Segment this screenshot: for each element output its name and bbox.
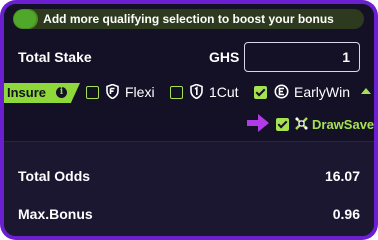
max-bonus-label: Max.Bonus xyxy=(18,206,93,222)
drawsave-label: DrawSave xyxy=(312,117,374,132)
arrow-right-icon xyxy=(247,114,269,132)
bet-slip-frame: Add more qualifying selection to boost y… xyxy=(0,0,378,240)
total-odds-label: Total Odds xyxy=(18,168,91,184)
bet-slip-panel: Add more qualifying selection to boost y… xyxy=(4,4,374,236)
stake-input[interactable] xyxy=(244,42,360,72)
flexi-checkbox[interactable] xyxy=(86,86,99,99)
total-stake-label: Total Stake xyxy=(18,49,92,65)
drawsave-icon xyxy=(295,117,308,130)
earlywin-label: EarlyWin xyxy=(294,84,351,100)
total-odds-value: 16.07 xyxy=(324,168,360,184)
chevron-up-icon[interactable] xyxy=(361,88,371,94)
onecut-checkbox[interactable] xyxy=(170,86,183,99)
flexi-shield-icon xyxy=(106,84,119,99)
drawsave-checkbox[interactable] xyxy=(276,118,289,131)
bonus-progress-banner: Add more qualifying selection to boost y… xyxy=(13,9,364,29)
onecut-shield-icon xyxy=(190,84,203,99)
currency-label: GHS xyxy=(209,49,240,65)
insure-label: Insure xyxy=(7,85,47,100)
onecut-label: 1Cut xyxy=(209,84,239,100)
flexi-label: Flexi xyxy=(125,84,155,100)
bonus-progress-text: Add more qualifying selection to boost y… xyxy=(43,12,334,26)
earlywin-icon xyxy=(274,84,289,99)
section-divider xyxy=(4,141,374,142)
info-icon[interactable]: i xyxy=(56,87,67,98)
max-bonus-value: 0.96 xyxy=(332,206,360,222)
insure-tag: Insure i xyxy=(4,83,80,103)
earlywin-checkbox[interactable] xyxy=(254,86,267,99)
